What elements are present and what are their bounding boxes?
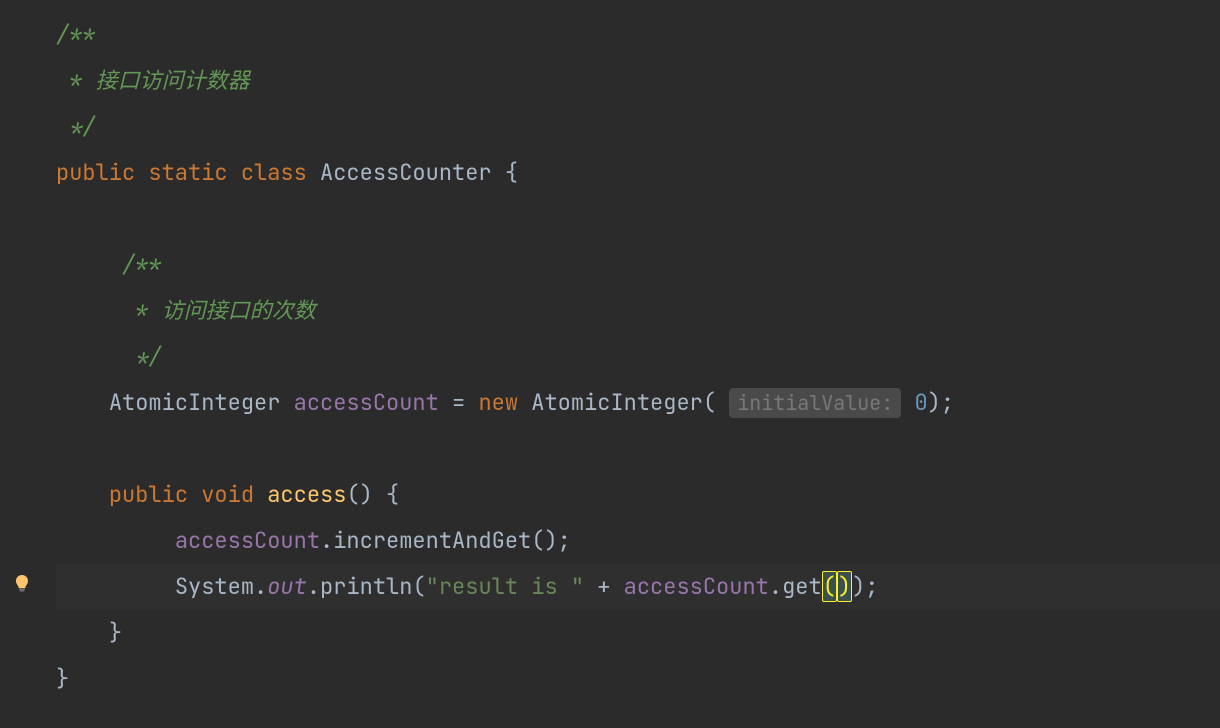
comment-body: * 访问接口的次数 [122,296,316,325]
code-line: /** [56,12,1220,58]
code-line: */ [56,334,1220,380]
open-brace: { [505,158,518,187]
open-paren-highlighted: ( [822,571,837,602]
code-line: } [56,610,1220,656]
dot: . [320,526,333,555]
literal-zero: 0 [914,388,927,417]
open-paren: ( [346,480,359,509]
field-access-count: accessCount [624,572,769,601]
dot: . [307,572,320,601]
method-access: access [267,480,346,509]
code-line-active: System.out.println("result is " + access… [56,564,1220,610]
string-literal: "result is " [426,572,584,601]
code-line: * 访问接口的次数 [56,288,1220,334]
close-paren-highlighted: ) [837,571,852,602]
keyword-class: class [241,158,307,187]
open-brace: { [386,480,399,509]
keyword-public: public [56,158,135,187]
close-paren: ) [544,526,557,555]
code-line: * 接口访问计数器 [56,58,1220,104]
code-line [56,196,1220,242]
code-line: /** [56,242,1220,288]
open-paren: ( [703,388,716,417]
type-atomic-integer: AtomicInteger [109,388,281,417]
semicolon: ; [865,572,878,601]
field-access-count: accessCount [175,526,320,555]
comment-close: */ [56,112,96,141]
code-line: accessCount.incrementAndGet(); [56,518,1220,564]
code-line [56,426,1220,472]
code-line: AtomicInteger accessCount = new AtomicIn… [56,380,1220,426]
close-brace: } [109,618,122,647]
constructor-atomic-integer: AtomicInteger [531,388,703,417]
close-brace: } [56,664,69,693]
close-paren: ) [360,480,373,509]
param-hint-initial-value: initialValue: [729,388,901,418]
code-line: */ [56,104,1220,150]
field-out: out [267,572,307,601]
semicolon: ; [558,526,571,555]
equals-op: = [452,388,465,417]
dot: . [254,572,267,601]
comment-open: /** [56,20,96,49]
dot: . [769,572,782,601]
keyword-void: void [201,480,254,509]
code-line: public void access() { [56,472,1220,518]
code-line: } [56,656,1220,702]
class-system: System [175,572,254,601]
keyword-new: new [478,388,518,417]
open-paren: ( [412,572,425,601]
close-paren: ) [928,388,941,417]
method-println: println [320,572,412,601]
method-increment: incrementAndGet [333,526,531,555]
comment-body: * 接口访问计数器 [56,66,250,95]
keyword-static: static [148,158,227,187]
class-name: AccessCounter [320,158,492,187]
semicolon: ; [941,388,954,417]
code-line: public static class AccessCounter { [56,150,1220,196]
comment-close: */ [122,342,162,371]
close-paren: ) [852,572,865,601]
comment-open: /** [122,250,162,279]
method-get: get [782,572,822,601]
plus-op: + [597,572,610,601]
keyword-public: public [109,480,188,509]
field-access-count: accessCount [294,388,439,417]
open-paren: ( [531,526,544,555]
code-editor[interactable]: /** * 接口访问计数器 */ public static class Acc… [0,0,1220,702]
